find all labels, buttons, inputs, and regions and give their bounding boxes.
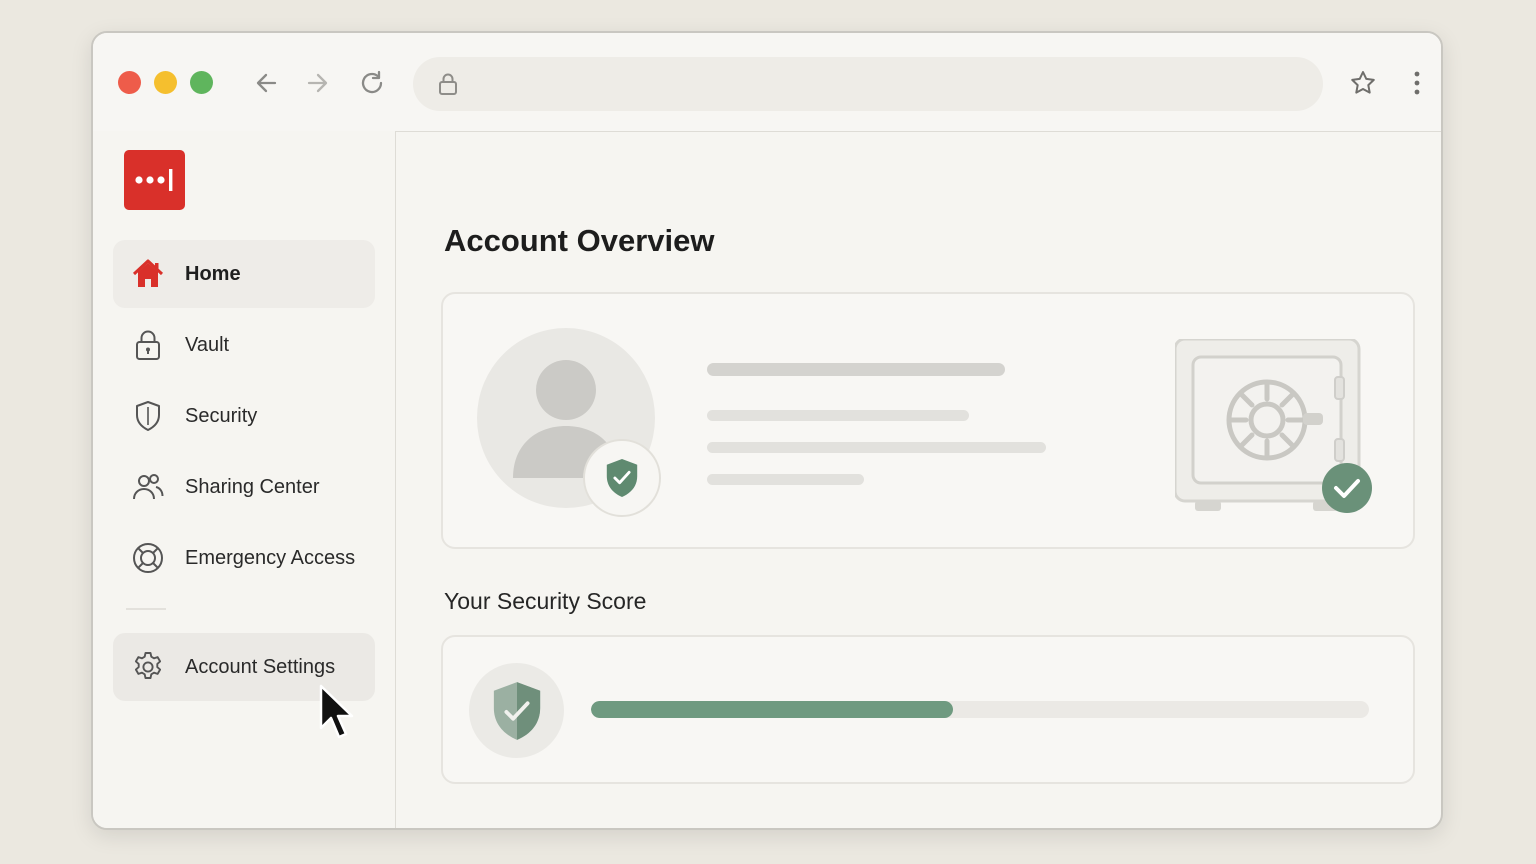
shield-check-icon (583, 439, 661, 517)
security-score-progress (591, 701, 1369, 718)
shield-check-icon (469, 663, 564, 758)
minimize-window-button[interactable] (154, 71, 177, 94)
app-logo[interactable] (124, 150, 185, 210)
sidebar-item-sharing-center[interactable]: Sharing Center (113, 453, 375, 521)
profile-name-placeholder (707, 363, 1005, 376)
mouse-cursor-icon (319, 684, 354, 739)
back-arrow-icon[interactable] (253, 69, 281, 97)
forward-arrow-icon[interactable] (303, 69, 331, 97)
people-icon (131, 470, 165, 504)
gear-icon (131, 650, 165, 684)
sidebar-item-label: Sharing Center (185, 475, 320, 498)
more-vertical-icon[interactable] (1403, 69, 1431, 97)
safe-icon (1175, 339, 1372, 513)
sidebar-item-emergency-access[interactable]: Emergency Access (113, 524, 375, 592)
main-content: Account Overview Your Security Score (396, 131, 1441, 828)
sidebar-item-label: Security (185, 404, 258, 427)
profile-line-placeholder (707, 410, 969, 421)
sidebar-item-home[interactable]: Home (113, 240, 375, 308)
close-window-button[interactable] (118, 71, 141, 94)
lock-icon (439, 73, 457, 95)
profile-line-placeholder (707, 442, 1046, 453)
browser-window: Home Vault Security Sharing Center Emerg… (91, 31, 1443, 830)
security-score-progress-fill (591, 701, 953, 718)
security-score-card (441, 635, 1415, 784)
sidebar-item-label: Emergency Access (185, 546, 356, 569)
star-icon[interactable] (1349, 69, 1377, 97)
maximize-window-button[interactable] (190, 71, 213, 94)
browser-toolbar (93, 33, 1441, 132)
sidebar-divider (126, 608, 166, 610)
sidebar-item-vault[interactable]: Vault (113, 311, 375, 379)
lifebuoy-icon (131, 541, 165, 575)
sidebar-item-label: Account Settings (185, 655, 336, 678)
shield-icon (131, 399, 165, 433)
security-score-title: Your Security Score (444, 588, 647, 614)
home-icon (131, 257, 165, 291)
profile-line-placeholder (707, 474, 864, 485)
reload-icon[interactable] (358, 69, 386, 97)
page-title: Account Overview (444, 223, 715, 258)
logo-mark-icon (135, 169, 173, 191)
sidebar-item-security[interactable]: Security (113, 382, 375, 450)
account-overview-card (441, 292, 1415, 549)
sidebar-item-label: Home (185, 262, 241, 285)
sidebar-item-label: Vault (185, 333, 230, 356)
address-bar[interactable] (413, 57, 1323, 111)
lock-icon (131, 328, 165, 362)
